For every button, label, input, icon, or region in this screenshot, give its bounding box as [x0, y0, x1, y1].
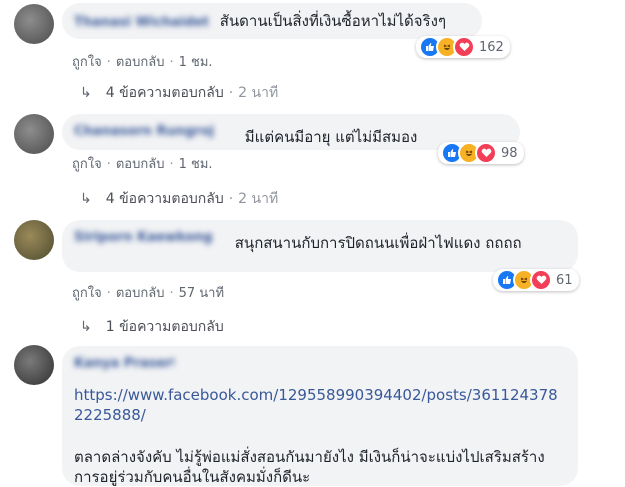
reactions-summary[interactable]: 61	[493, 269, 579, 291]
comment-author[interactable]: Thanasi Wichaidet	[74, 13, 209, 33]
reply-arrow-icon: ↳	[80, 85, 92, 101]
comment-text: มีแต่คนมีอายุ แต่ไม่มีสมอง	[244, 128, 418, 146]
comment-time[interactable]: 1 ชม.	[179, 157, 213, 172]
view-replies-link[interactable]: ↳ 4 ข้อความตอบกลับ · 2 นาที	[80, 82, 278, 104]
replies-time: 2 นาที	[238, 85, 279, 101]
comment-author[interactable]: Siriporn Kaewkong	[74, 228, 224, 248]
reply-link[interactable]: ตอบกลับ	[116, 55, 165, 70]
comment: Thanasi Wichaidet สันดานเป็นสิ่งที่เงินซ…	[0, 0, 625, 110]
avatar[interactable]	[14, 220, 54, 260]
reaction-count: 162	[479, 39, 504, 55]
avatar[interactable]	[14, 114, 54, 154]
reactions-summary[interactable]: 162	[416, 36, 510, 58]
replies-count[interactable]: 4 ข้อความตอบกลับ	[106, 82, 224, 104]
comment-time[interactable]: 57 นาที	[179, 286, 224, 301]
like-link[interactable]: ถูกใจ	[72, 55, 102, 70]
avatar[interactable]	[14, 345, 54, 385]
love-reaction-icon	[530, 269, 552, 291]
like-link[interactable]: ถูกใจ	[72, 286, 102, 301]
view-replies-link[interactable]: ↳ 4 ข้อความตอบกลับ · 2 นาที	[80, 188, 278, 210]
comment: Siriporn Kaewkong สนุกสนานกับการปิดถนนเพ…	[0, 218, 625, 343]
comment-text: ตลาดล่างจังคับ ไม่รู้พ่อแม่สั่งสอนกันมาย…	[74, 448, 545, 486]
reply-arrow-icon: ↳	[80, 191, 92, 207]
comment-bubble: Thanasi Wichaidet สันดานเป็นสิ่งที่เงินซ…	[62, 3, 482, 39]
replies-time: 2 นาที	[238, 191, 279, 207]
comment-author[interactable]: Kanya Prasert	[74, 354, 174, 374]
comment-actions: ถูกใจ · ตอบกลับ · 1 ชม.	[72, 55, 213, 70]
comment: Kanya Prasert https://www.facebook.com/1…	[0, 343, 625, 486]
reactions-summary[interactable]: 98	[438, 142, 524, 164]
like-link[interactable]: ถูกใจ	[72, 157, 102, 172]
comment-time[interactable]: 1 ชม.	[179, 55, 213, 70]
reply-arrow-icon: ↳	[80, 319, 92, 335]
comment-actions: ถูกใจ · ตอบกลับ · 1 ชม.	[72, 157, 213, 172]
replies-count[interactable]: 1 ข้อความตอบกลับ	[106, 316, 224, 338]
comment-author[interactable]: Chanasorn Rungroj	[74, 122, 234, 142]
reaction-count: 98	[501, 145, 518, 161]
comment: Chanasorn Rungroj มีแต่คนมีอายุ แต่ไม่มี…	[0, 110, 625, 220]
comment-bubble: Kanya Prasert https://www.facebook.com/1…	[62, 346, 578, 486]
avatar[interactable]	[14, 4, 54, 44]
replies-count[interactable]: 4 ข้อความตอบกลับ	[106, 188, 224, 210]
comment-link[interactable]: https://www.facebook.com/129558990394402…	[74, 385, 566, 425]
love-reaction-icon	[475, 142, 497, 164]
comment-actions: ถูกใจ · ตอบกลับ · 57 นาที	[72, 286, 225, 301]
reply-link[interactable]: ตอบกลับ	[116, 157, 165, 172]
comment-text: สันดานเป็นสิ่งที่เงินซื้อหาไม่ได้จริงๆ	[219, 12, 446, 30]
love-reaction-icon	[453, 36, 475, 58]
view-replies-link[interactable]: ↳ 1 ข้อความตอบกลับ	[80, 316, 224, 338]
reaction-count: 61	[556, 272, 573, 288]
comment-bubble: Siriporn Kaewkong สนุกสนานกับการปิดถนนเพ…	[62, 220, 578, 272]
comment-text: สนุกสนานกับการปิดถนนเพื่อฝ่าไฟแดง ถถถถ	[234, 234, 522, 252]
reply-link[interactable]: ตอบกลับ	[116, 286, 165, 301]
